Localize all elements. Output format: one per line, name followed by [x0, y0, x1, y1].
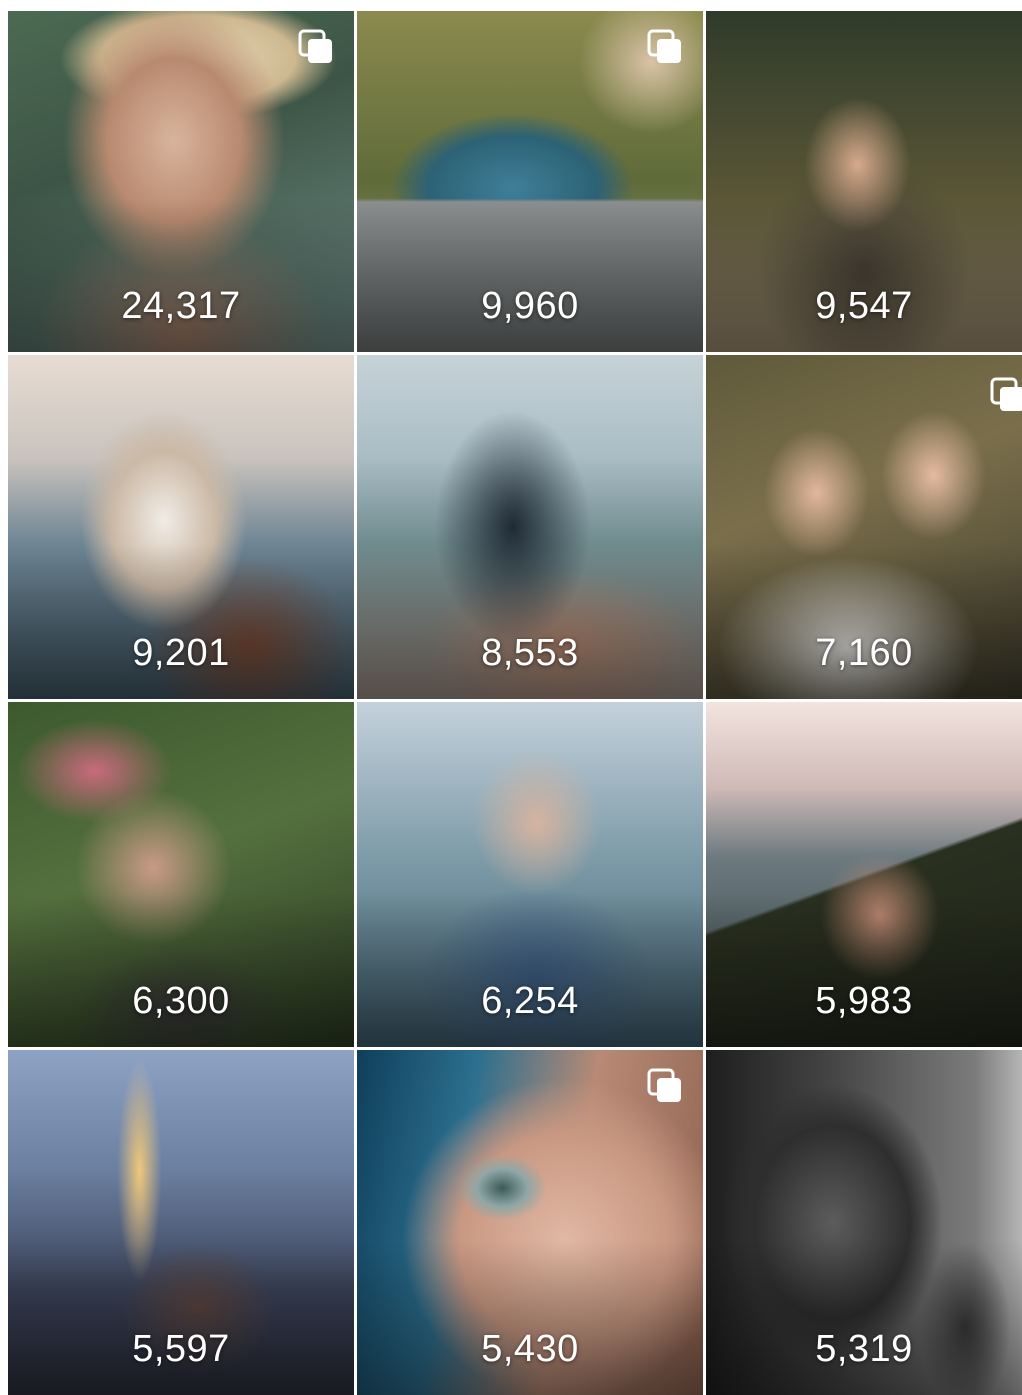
engagement-count: 9,201 [132, 632, 230, 674]
tile-shade [357, 1239, 703, 1395]
tile-shade [8, 891, 354, 1047]
tile-shade [706, 891, 1022, 1047]
engagement-count: 6,300 [132, 980, 230, 1022]
tile-shade [8, 544, 354, 699]
tile-shade [706, 198, 1022, 352]
grid-tile[interactable]: 5,983 [706, 702, 1022, 1047]
grid-tile[interactable]: 6,300 [8, 702, 354, 1047]
tile-shade [357, 891, 703, 1047]
grid-tile[interactable]: 5,319 [706, 1050, 1022, 1395]
engagement-count: 9,960 [481, 285, 579, 327]
grid-tile[interactable]: 6,254 [357, 702, 703, 1047]
grid-tile[interactable]: 5,597 [8, 1050, 354, 1395]
carousel-icon [647, 29, 681, 63]
engagement-count: 8,553 [481, 632, 579, 674]
engagement-count: 24,317 [121, 285, 241, 327]
tile-shade [8, 1239, 354, 1395]
tile-shade [357, 198, 703, 352]
carousel-icon [990, 377, 1022, 411]
engagement-count: 5,430 [481, 1328, 579, 1370]
engagement-count: 6,254 [481, 980, 579, 1022]
engagement-count: 5,319 [815, 1328, 913, 1370]
grid-tile[interactable]: 7,160 [706, 355, 1022, 699]
grid-tile[interactable]: 5,430 [357, 1050, 703, 1395]
photo-grid: 24,317 9,960 9,547 9,201 8,553 7,160 6,3… [8, 11, 1022, 1395]
engagement-count: 9,547 [815, 285, 913, 327]
grid-tile[interactable]: 9,960 [357, 11, 703, 352]
carousel-icon [647, 1068, 681, 1102]
engagement-count: 5,983 [815, 980, 913, 1022]
tile-shade [357, 544, 703, 699]
engagement-count: 5,597 [132, 1328, 230, 1370]
tile-shade [706, 1239, 1022, 1395]
engagement-count: 7,160 [815, 632, 913, 674]
carousel-icon [298, 29, 332, 63]
grid-tile[interactable]: 9,547 [706, 11, 1022, 352]
grid-tile[interactable]: 8,553 [357, 355, 703, 699]
tile-shade [706, 544, 1022, 699]
grid-tile[interactable]: 9,201 [8, 355, 354, 699]
tile-shade [8, 198, 354, 352]
grid-tile[interactable]: 24,317 [8, 11, 354, 352]
